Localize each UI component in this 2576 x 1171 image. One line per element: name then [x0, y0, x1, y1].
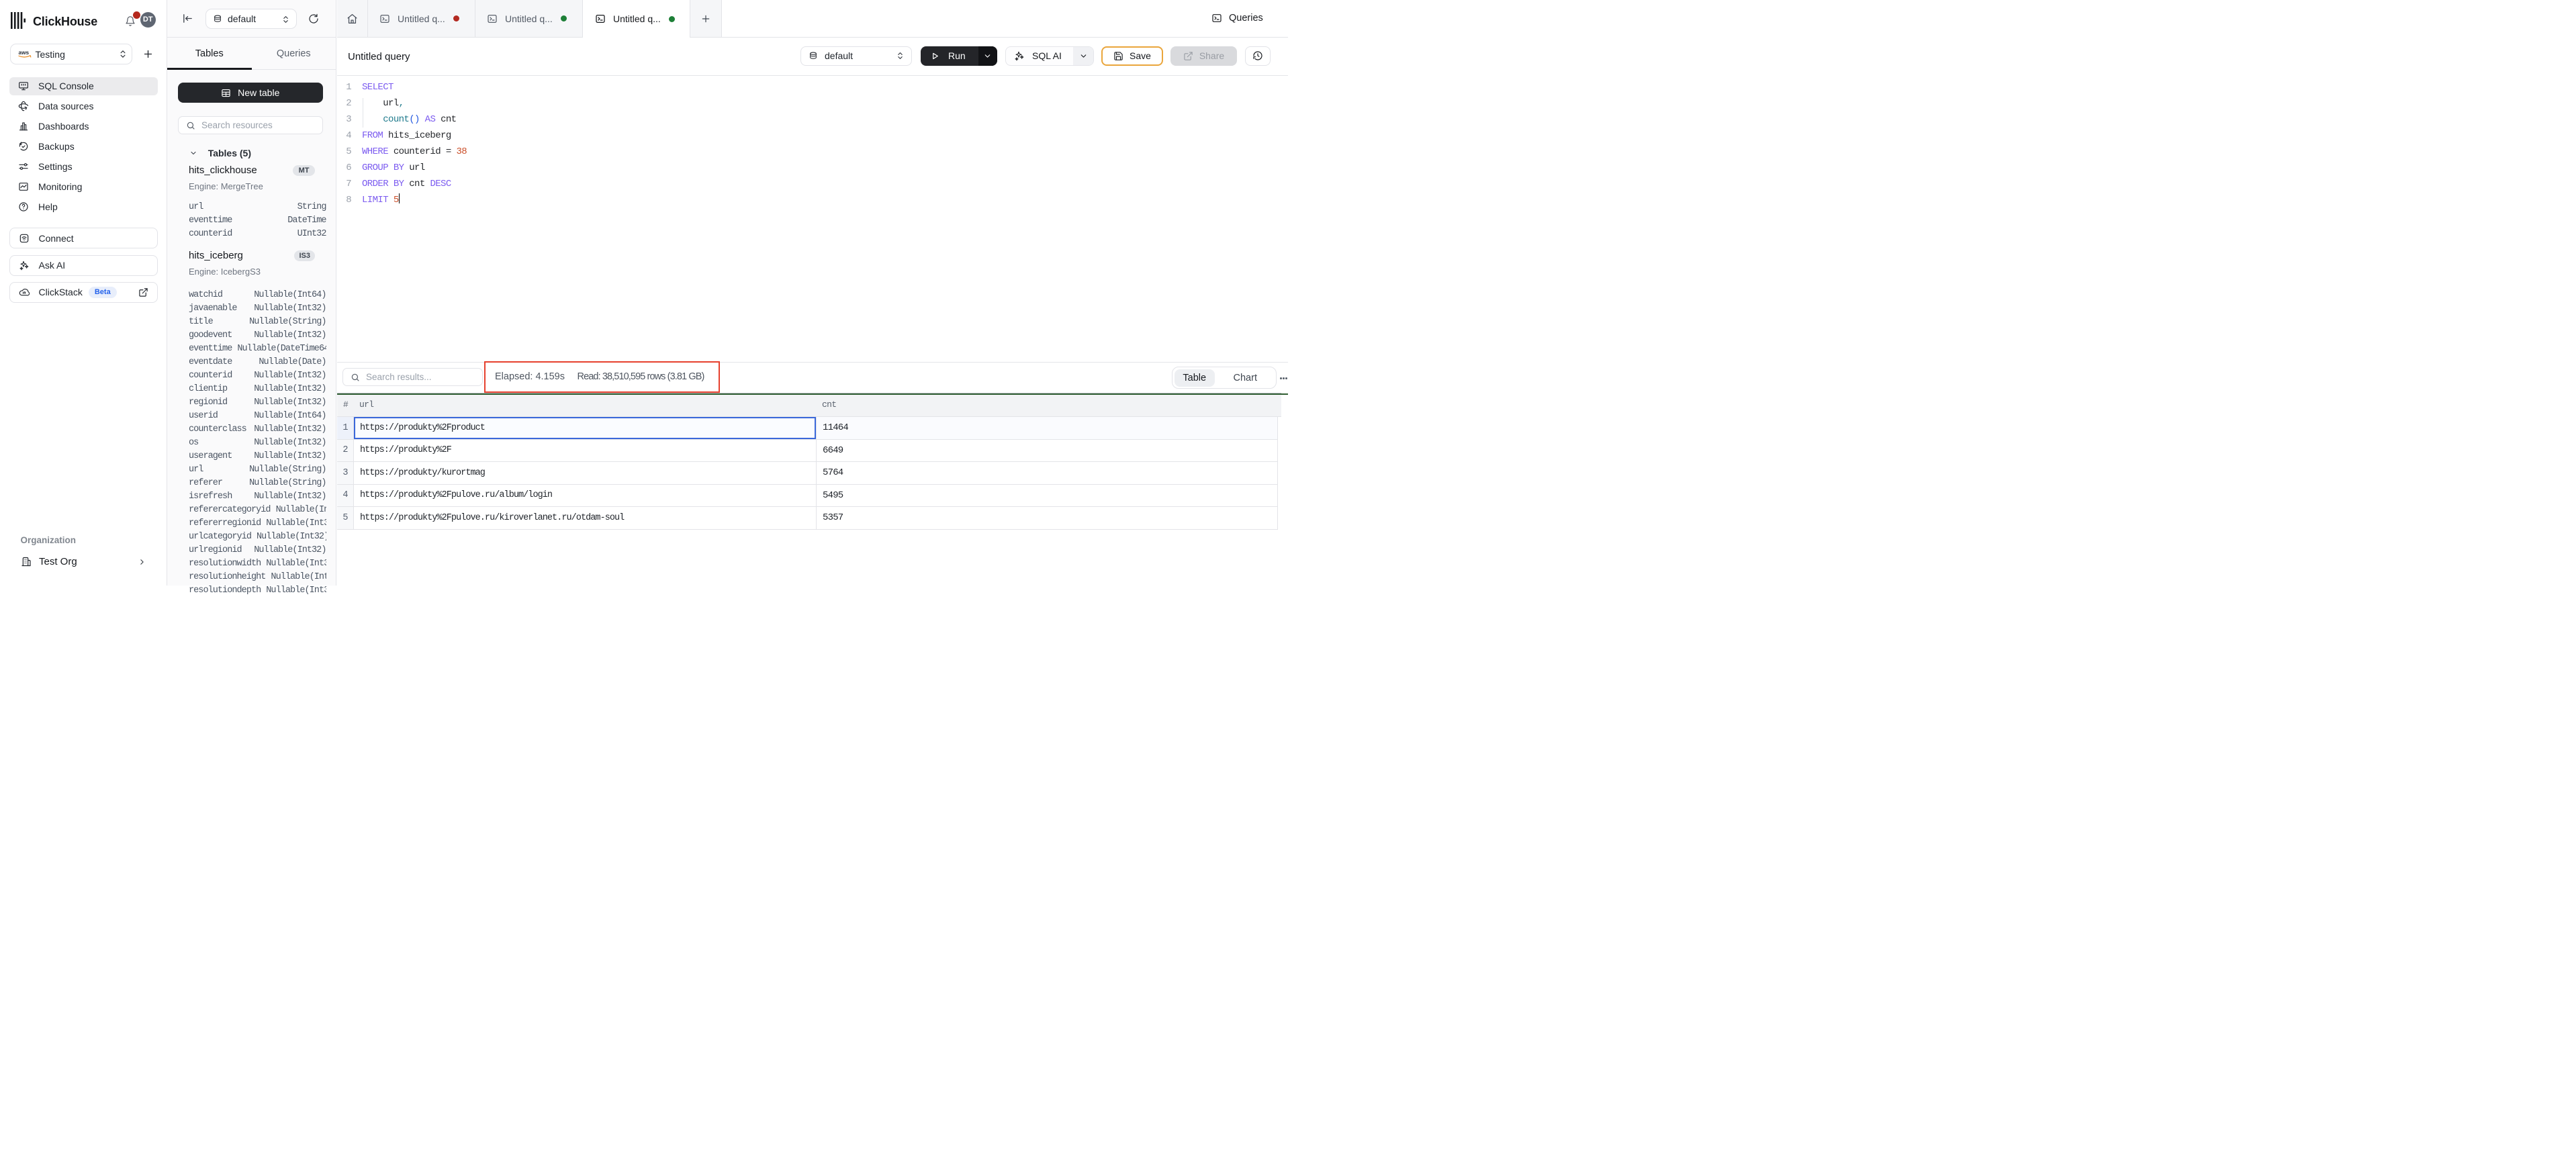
svg-text:aws: aws — [18, 50, 29, 56]
